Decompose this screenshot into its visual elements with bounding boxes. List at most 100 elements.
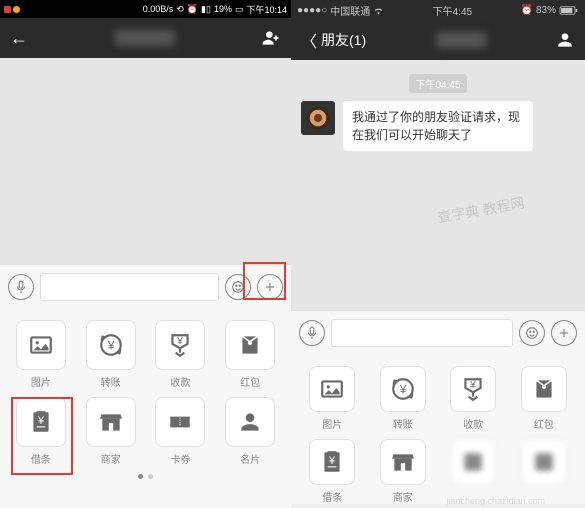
voice-button[interactable] — [8, 274, 34, 300]
battery-pct: 83% — [536, 5, 556, 16]
blur1-icon — [450, 439, 496, 485]
grid-label: 借条 — [31, 451, 51, 466]
grid-item-photo[interactable]: 图片 — [8, 320, 74, 389]
grid-item-merchant[interactable]: 商家 — [78, 397, 144, 466]
grid-label: 转账 — [101, 374, 121, 389]
grid-item-iou[interactable]: ¥ 借条 — [8, 397, 74, 466]
grid-label: 图片 — [322, 416, 342, 431]
phone-android: 0.00B/s ⟲ ⏰ ▮▯ 19% ▭ 下午10:14 ← — [0, 0, 291, 508]
merchant-icon — [380, 439, 426, 485]
nav-bar: 〈 朋友(1) — [291, 20, 585, 60]
alarm-icon: ⏰ — [187, 4, 198, 15]
input-bar — [291, 310, 585, 354]
grid-item-collect[interactable]: ¥ 收款 — [148, 320, 214, 389]
page-indicator — [8, 474, 283, 479]
signal-icon: ▮▯ — [201, 4, 211, 15]
svg-text:¥: ¥ — [328, 455, 336, 467]
attachment-grid: 图片 ¥ 转账 ¥收款红包 ¥ 借条 商家 — [299, 366, 577, 504]
phone-ios: ●●●●○ 中国联通 下午4:45 ⏰ 83% 〈 朋友(1) — [291, 0, 585, 508]
grid-label: 收款 — [170, 374, 190, 389]
message-row: 我通过了你的朋友验证请求，现在我们可以开始聊天了 — [301, 101, 575, 151]
nav-title: 朋友(1) — [321, 30, 366, 50]
svg-text:¥: ¥ — [470, 380, 477, 391]
transfer-icon: ¥ — [86, 320, 136, 370]
status-bar: 0.00B/s ⟲ ⏰ ▮▯ 19% ▭ 下午10:14 — [0, 0, 291, 18]
message-bubble[interactable]: 我通过了你的朋友验证请求，现在我们可以开始聊天了 — [343, 101, 533, 151]
msg-timestamp: 下午04:45 — [409, 74, 466, 93]
iou-icon: ¥ — [309, 439, 355, 485]
battery-icon — [559, 6, 579, 15]
grid-item-transfer[interactable]: ¥ 转账 — [370, 366, 437, 431]
status-bar: ●●●●○ 中国联通 下午4:45 ⏰ 83% — [291, 0, 585, 20]
grid-item-transfer[interactable]: ¥ 转账 — [78, 320, 144, 389]
voice-icon — [14, 280, 28, 294]
grid-label: 借条 — [322, 489, 342, 504]
avatar[interactable] — [301, 101, 335, 135]
photo-icon — [16, 320, 66, 370]
plus-button[interactable] — [257, 274, 283, 300]
battery-pct: 19% — [214, 4, 232, 14]
grid-label: 商家 — [393, 489, 413, 504]
grid-label: 卡券 — [170, 451, 190, 466]
add-contact-button[interactable] — [261, 28, 281, 48]
back-button[interactable]: 〈 — [301, 28, 317, 52]
notif-dot-2 — [13, 6, 20, 13]
person-add-icon — [261, 28, 281, 48]
grid-item-iou[interactable]: ¥ 借条 — [299, 439, 366, 504]
wifi-icon — [373, 6, 384, 15]
redpkt-icon — [521, 366, 567, 412]
iou-icon: ¥ — [16, 397, 66, 447]
grid-label: 转账 — [393, 416, 413, 431]
plus-icon — [557, 326, 571, 340]
alarm-icon: ⏰ — [521, 5, 533, 16]
grid-label: 图片 — [31, 374, 51, 389]
grid-item-blur1[interactable] — [440, 439, 507, 504]
grid-item-collect[interactable]: ¥收款 — [440, 366, 507, 431]
svg-text:¥: ¥ — [177, 336, 184, 347]
grid-item-blur2[interactable] — [511, 439, 578, 504]
grid-item-redpkt[interactable]: 红包 — [511, 366, 578, 431]
grid-item-merchant[interactable]: 商家 — [370, 439, 437, 504]
chat-area[interactable] — [0, 58, 291, 264]
signal-dots-icon: ●●●●○ — [297, 5, 327, 16]
clock: 下午10:14 — [246, 3, 287, 16]
grid-label: 红包 — [534, 416, 554, 431]
emoji-button[interactable] — [519, 320, 545, 346]
carrier: 中国联通 — [330, 3, 370, 18]
blur2-icon — [521, 439, 567, 485]
emoji-icon — [525, 326, 539, 340]
voice-icon — [305, 326, 319, 340]
sync-icon: ⟲ — [176, 4, 184, 15]
net-speed: 0.00B/s — [143, 4, 174, 14]
nav-bar: ← — [0, 18, 291, 58]
text-input[interactable] — [40, 273, 219, 301]
nav-title-blurred — [115, 30, 175, 46]
chat-area[interactable]: 下午04:45 我通过了你的朋友验证请求，现在我们可以开始聊天了 — [291, 60, 585, 310]
emoji-button[interactable] — [225, 274, 251, 300]
person-icon — [555, 30, 575, 50]
notif-dot-1 — [4, 6, 11, 13]
voice-button[interactable] — [299, 320, 325, 346]
svg-text:¥: ¥ — [106, 338, 114, 352]
grid-item-card[interactable]: 名片 — [217, 397, 283, 466]
transfer-icon: ¥ — [380, 366, 426, 412]
redpkt-icon — [225, 320, 275, 370]
coupon-icon — [155, 397, 205, 447]
attachment-grid: 图片 ¥ 转账 ¥ 收款 红包 ¥ 借条 商家卡券 名片 — [8, 320, 283, 466]
plus-icon — [263, 280, 277, 294]
grid-item-redpkt[interactable]: 红包 — [217, 320, 283, 389]
profile-button[interactable] — [555, 30, 575, 50]
grid-label — [539, 489, 549, 504]
photo-icon — [309, 366, 355, 412]
collect-icon: ¥ — [155, 320, 205, 370]
collect-icon: ¥ — [450, 366, 496, 412]
grid-label: 名片 — [240, 451, 260, 466]
grid-item-coupon[interactable]: 卡券 — [148, 397, 214, 466]
nav-center-blurred — [436, 32, 486, 48]
back-button[interactable]: ← — [10, 28, 28, 49]
grid-item-photo[interactable]: 图片 — [299, 366, 366, 431]
plus-button[interactable] — [551, 320, 577, 346]
svg-text:¥: ¥ — [37, 415, 45, 427]
grid-label: 红包 — [240, 374, 260, 389]
text-input[interactable] — [331, 319, 513, 347]
